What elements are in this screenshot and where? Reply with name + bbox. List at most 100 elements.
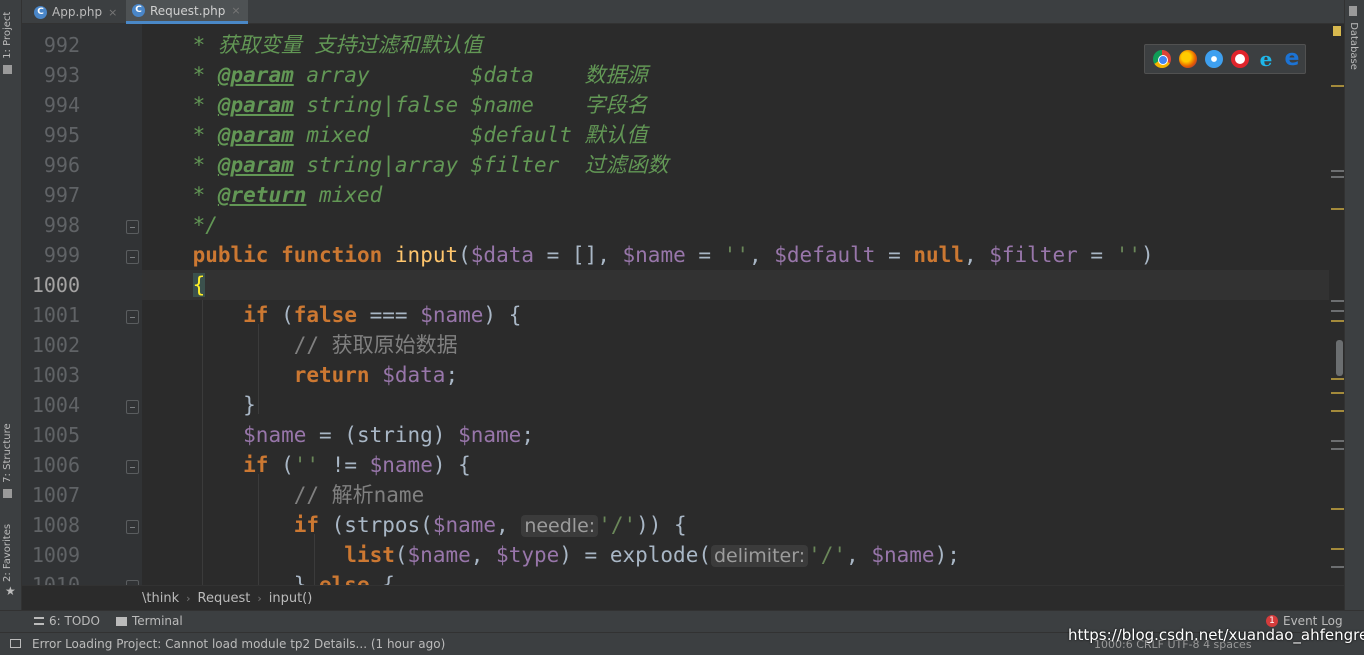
breadcrumb-item[interactable]: input()	[269, 591, 313, 606]
line-number-current: 1000	[31, 273, 80, 297]
tool-tab-project-label: 1: Project	[2, 11, 13, 59]
stripe-mark[interactable]	[1331, 448, 1344, 450]
stripe-mark[interactable]	[1331, 508, 1344, 510]
chrome-icon[interactable]	[1153, 50, 1171, 68]
tab-app-php[interactable]: C App.php ×	[28, 0, 124, 24]
code-line-998: */	[179, 213, 218, 237]
code-line-1010: } else {	[293, 573, 395, 585]
stripe-mark[interactable]	[1331, 566, 1344, 568]
terminal-label: Terminal	[132, 614, 183, 628]
folder-icon	[3, 65, 13, 74]
line-number: 1002	[31, 333, 80, 357]
stripe-mark[interactable]	[1331, 440, 1344, 442]
line-number: 992	[43, 33, 80, 57]
matched-brace: {	[192, 273, 206, 297]
database-icon	[1349, 6, 1357, 16]
tool-tab-database[interactable]: Database	[1348, 6, 1359, 70]
safari-icon[interactable]	[1205, 50, 1223, 68]
stripe-mark[interactable]	[1331, 208, 1344, 210]
code-line-1000: {	[142, 270, 1329, 300]
line-number: 1007	[31, 483, 80, 507]
tool-tab-favorites-label: 2: Favorites	[2, 523, 13, 582]
tool-tab-structure[interactable]: 7: Structure	[2, 418, 20, 498]
internet-explorer-icon[interactable]: e	[1257, 49, 1275, 69]
stripe-mark[interactable]	[1331, 548, 1344, 550]
code-line-1003: return $data;	[293, 363, 459, 387]
todo-tool-button[interactable]: 6: TODO	[34, 614, 100, 628]
stripe-mark[interactable]	[1331, 310, 1344, 312]
opera-icon[interactable]	[1231, 50, 1249, 68]
breadcrumb: \think › Request › input()	[22, 585, 1344, 610]
editor-gutter[interactable]: 992 993 994 995 996 997 998 999 1000 100…	[22, 24, 142, 585]
chevron-right-icon: ›	[257, 591, 262, 605]
tab-request-php[interactable]: C Request.php ×	[126, 0, 248, 24]
tool-tab-project[interactable]: 1: Project	[2, 4, 20, 74]
terminal-tool-button[interactable]: Terminal	[116, 614, 183, 628]
todo-label: 6: TODO	[49, 614, 100, 628]
code-line-1007: // 解析name	[293, 483, 425, 507]
line-number: 994	[43, 93, 80, 117]
tool-tab-structure-label: 7: Structure	[2, 423, 13, 483]
open-in-browser-toolbar: e e	[1144, 44, 1306, 74]
edge-icon[interactable]: e	[1283, 48, 1301, 70]
stripe-mark[interactable]	[1331, 392, 1344, 394]
code-line-1005: $name = (string) $name;	[243, 423, 534, 447]
structure-icon	[3, 489, 13, 498]
tool-windows-icon[interactable]	[10, 639, 21, 648]
code-line-994: * @param string|false $name 字段名	[179, 93, 648, 117]
code-line-1002: // 获取原始数据	[293, 333, 458, 357]
stripe-mark[interactable]	[1331, 378, 1344, 380]
stripe-mark[interactable]	[1331, 320, 1344, 322]
scrollbar-thumb[interactable]	[1336, 340, 1343, 376]
close-icon[interactable]: ×	[231, 4, 240, 17]
line-number: 1010	[31, 573, 80, 585]
inspection-status-icon[interactable]	[1333, 26, 1341, 36]
terminal-icon	[116, 616, 127, 626]
breadcrumb-item[interactable]: Request	[198, 591, 251, 606]
code-line-1009: list($name, $type) = explode(delimiter: '…	[344, 543, 960, 567]
stripe-mark[interactable]	[1331, 410, 1344, 412]
fold-marker[interactable]	[126, 310, 139, 324]
breadcrumb-item[interactable]: \think	[142, 591, 179, 606]
code-line-1004: }	[243, 393, 256, 417]
tab-label: Request.php	[150, 3, 226, 18]
left-tool-strip: 1: Project 7: Structure 2: Favorites ★	[0, 0, 22, 610]
code-line-1001: if (false === $name) {	[243, 303, 522, 327]
line-number: 997	[43, 183, 80, 207]
stripe-mark[interactable]	[1331, 170, 1344, 172]
code-line-1006: if ('' != $name) {	[243, 453, 471, 477]
line-number: 1003	[31, 363, 80, 387]
status-message[interactable]: Error Loading Project: Cannot load modul…	[32, 637, 445, 651]
line-number: 1004	[31, 393, 80, 417]
line-number: 1008	[31, 513, 80, 537]
stripe-mark[interactable]	[1331, 85, 1344, 87]
line-number: 1001	[31, 303, 80, 327]
line-number: 996	[43, 153, 80, 177]
tool-tab-favorites[interactable]: 2: Favorites	[2, 520, 20, 582]
tool-tab-database-label: Database	[1348, 22, 1359, 70]
error-stripe[interactable]	[1329, 24, 1344, 585]
tab-label: App.php	[52, 5, 103, 19]
stripe-mark[interactable]	[1331, 176, 1344, 178]
php-class-icon: C	[132, 4, 145, 17]
firefox-icon[interactable]	[1179, 50, 1197, 68]
watermark: https://blog.csdn.net/xuandao_ahfengren	[1068, 626, 1364, 644]
fold-marker[interactable]	[126, 460, 139, 474]
right-tool-strip: Database	[1344, 0, 1364, 610]
close-icon[interactable]: ×	[108, 6, 117, 19]
parameter-hint-needle: needle:	[521, 515, 599, 537]
fold-marker[interactable]	[126, 250, 139, 264]
stripe-mark[interactable]	[1331, 300, 1344, 302]
code-line-995: * @param mixed $default 默认值	[179, 123, 648, 147]
star-icon[interactable]: ★	[5, 584, 16, 598]
list-icon	[34, 617, 44, 625]
fold-marker[interactable]	[126, 520, 139, 534]
fold-marker[interactable]	[126, 220, 139, 234]
fold-marker[interactable]	[126, 400, 139, 414]
line-number: 1009	[31, 543, 80, 567]
code-line-997: * @return mixed	[179, 183, 383, 207]
code-line-1008: if (strpos($name, needle: '/')) {	[293, 513, 687, 537]
parameter-hint-delimiter: delimiter:	[710, 545, 809, 567]
code-line-996: * @param string|array $filter 过滤函数	[179, 153, 669, 177]
code-editor[interactable]: * 获取变量 支持过滤和默认值 * @param array $data 数据源…	[142, 24, 1329, 585]
